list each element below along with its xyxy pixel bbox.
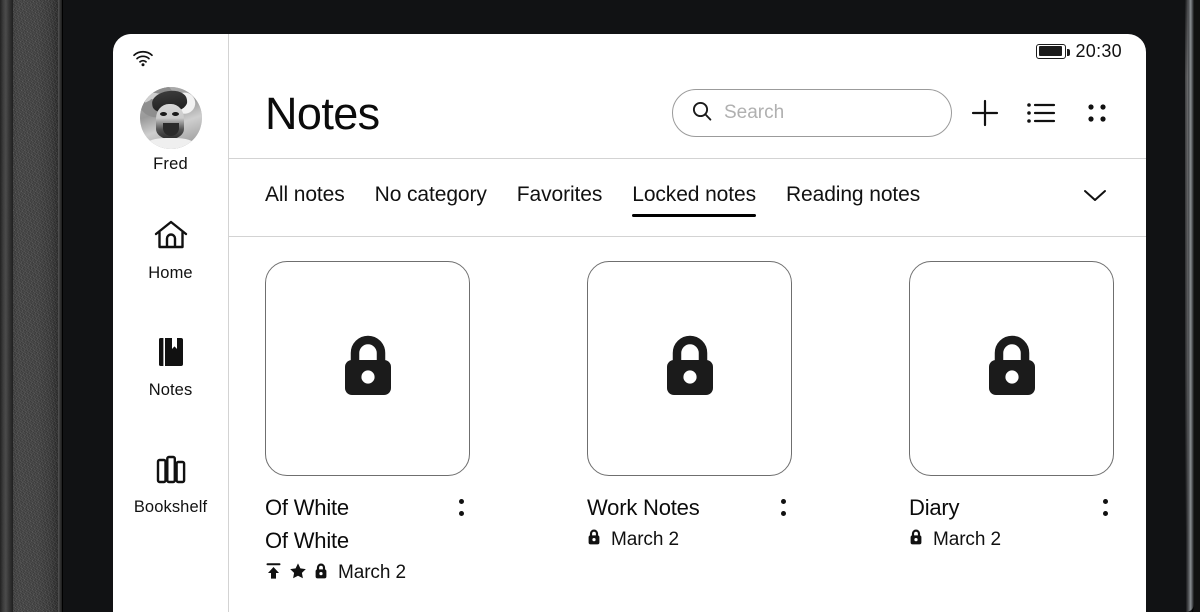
note-title: Work Notes (587, 495, 700, 520)
note-titles: Of White Of White (265, 491, 349, 558)
notes-grid: Of White Of White March 2 Work Notes Mar… (229, 237, 1146, 612)
menu-dot (1103, 511, 1108, 516)
grid-options-button[interactable] (1074, 90, 1120, 136)
note-meta: March 2 (265, 562, 470, 585)
note-date: March 2 (611, 528, 679, 550)
note-menu-button[interactable] (1103, 491, 1114, 516)
device-scene: Fred Home Notes Bookshelf 20:30 Notes Se… (0, 0, 1200, 612)
menu-dot (459, 499, 464, 504)
wifi-icon (132, 50, 154, 72)
home-icon (152, 218, 190, 257)
battery-icon (1036, 43, 1071, 59)
sidebar: Fred Home Notes Bookshelf (113, 34, 229, 612)
menu-dot (1103, 499, 1108, 504)
note-card-head: Of White Of White (265, 491, 470, 558)
wifi-status (113, 44, 228, 78)
user-name: Fred (153, 155, 188, 173)
avatar[interactable] (139, 87, 202, 149)
sidebar-item-label: Notes (148, 381, 193, 399)
note-meta: March 2 (909, 528, 1114, 551)
chevron-down-icon[interactable] (1080, 185, 1110, 210)
note-titles: Work Notes (587, 491, 700, 524)
category-tabs: All notes No category Favorites Locked n… (229, 159, 1146, 237)
note-thumbnail[interactable] (587, 261, 792, 476)
note-meta: March 2 (587, 528, 792, 551)
search-input[interactable] (724, 102, 933, 124)
avatar-eye-right (171, 111, 179, 116)
lock-icon (660, 332, 720, 405)
content-area: 20:30 Notes Search All notes No category… (229, 34, 1146, 612)
leather-cover (0, 0, 62, 612)
notes-book-icon (153, 335, 189, 374)
device-edge-highlight (1185, 0, 1188, 536)
search-bar[interactable] (672, 89, 952, 137)
search-icon (691, 100, 713, 127)
note-subtitle: Of White (265, 528, 349, 554)
note-card[interactable]: Of White Of White March 2 (265, 261, 470, 612)
sidebar-item-notes[interactable]: Notes (113, 335, 228, 400)
note-title: Of White (265, 495, 349, 520)
note-thumbnail[interactable] (265, 261, 470, 476)
note-date: March 2 (338, 562, 406, 584)
lock-small-icon (909, 528, 923, 551)
tab-favorites[interactable]: Favorites (517, 177, 603, 219)
note-titles: Diary (909, 491, 960, 524)
sidebar-item-bookshelf[interactable]: Bookshelf (113, 452, 228, 517)
sidebar-nav: Home Notes Bookshelf (113, 218, 228, 517)
menu-dot (459, 511, 464, 516)
tab-all-notes[interactable]: All notes (265, 177, 345, 219)
note-card-head: Diary (909, 491, 1114, 524)
note-thumbnail[interactable] (909, 261, 1114, 476)
pin-icon (265, 562, 282, 585)
app-header: Notes (229, 68, 1146, 159)
bookshelf-icon (152, 452, 190, 491)
add-note-button[interactable] (962, 90, 1008, 136)
lock-small-icon (587, 528, 601, 551)
note-menu-button[interactable] (781, 491, 792, 516)
lock-small-icon (314, 562, 328, 585)
menu-dot (781, 511, 786, 516)
page-title: Notes (265, 87, 380, 139)
note-card[interactable]: Diary March 2 (909, 261, 1114, 612)
battery-fill (1038, 46, 1063, 56)
note-title: Diary (909, 495, 960, 520)
note-menu-button[interactable] (459, 491, 470, 516)
lock-icon (338, 332, 398, 405)
lock-icon (982, 332, 1042, 405)
tab-reading-notes[interactable]: Reading notes (786, 177, 920, 219)
cover-hinge (0, 0, 13, 612)
status-bar: 20:30 (229, 34, 1146, 68)
menu-dot (781, 499, 786, 504)
star-icon (289, 562, 307, 585)
avatar-shirt (146, 137, 195, 149)
note-card[interactable]: Work Notes March 2 (587, 261, 792, 612)
avatar-eye-left (159, 111, 167, 116)
sidebar-item-label: Home (148, 264, 193, 282)
note-date: March 2 (933, 528, 1001, 550)
note-card-head: Work Notes (587, 491, 792, 524)
list-view-button[interactable] (1018, 90, 1064, 136)
clock: 20:30 (1075, 40, 1122, 61)
sidebar-item-label: Bookshelf (133, 498, 208, 516)
tab-no-category[interactable]: No category (375, 177, 487, 219)
tab-locked-notes[interactable]: Locked notes (632, 177, 756, 219)
sidebar-item-home[interactable]: Home (113, 218, 228, 283)
tablet-screen: Fred Home Notes Bookshelf 20:30 Notes Se… (113, 34, 1146, 612)
